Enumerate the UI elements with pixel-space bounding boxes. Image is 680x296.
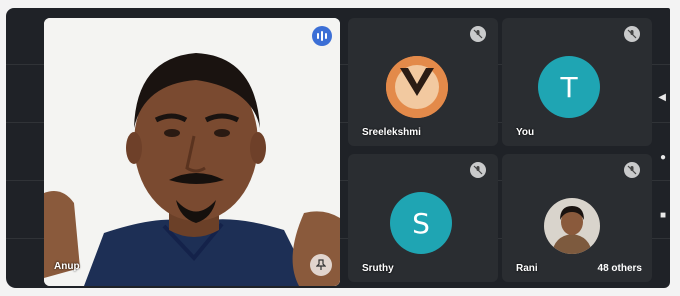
mic-off-icon xyxy=(470,26,486,42)
avatar xyxy=(386,56,448,118)
mic-off-icon xyxy=(624,26,640,42)
circle-home-icon[interactable]: ● xyxy=(660,152,666,163)
avatar xyxy=(544,198,600,254)
participant-name: You xyxy=(516,127,535,138)
others-count[interactable]: 48 others xyxy=(598,263,642,274)
avatar: S xyxy=(390,192,452,254)
triangle-back-icon[interactable]: ◀ xyxy=(658,92,666,103)
main-speaker-tile[interactable]: Anup xyxy=(44,18,340,286)
participant-name: Rani xyxy=(516,263,538,274)
pin-icon[interactable] xyxy=(310,254,332,276)
meeting-screen: Anup Sreelekshmi T You S Sruthy Rani 48 … xyxy=(6,8,670,288)
participant-name: Sreelekshmi xyxy=(362,127,421,138)
speaker-video xyxy=(44,18,340,286)
mic-off-icon xyxy=(624,162,640,178)
participant-name: Sruthy xyxy=(362,263,394,274)
participant-tile[interactable]: Rani 48 others xyxy=(502,154,652,282)
participant-tile[interactable]: S Sruthy xyxy=(348,154,498,282)
participant-tile[interactable]: T You xyxy=(502,18,652,146)
main-speaker-name: Anup xyxy=(54,261,80,272)
mic-off-icon xyxy=(470,162,486,178)
audio-level-icon xyxy=(312,26,332,46)
avatar: T xyxy=(538,56,600,118)
square-recents-icon[interactable]: ■ xyxy=(660,210,666,221)
participant-tile[interactable]: Sreelekshmi xyxy=(348,18,498,146)
